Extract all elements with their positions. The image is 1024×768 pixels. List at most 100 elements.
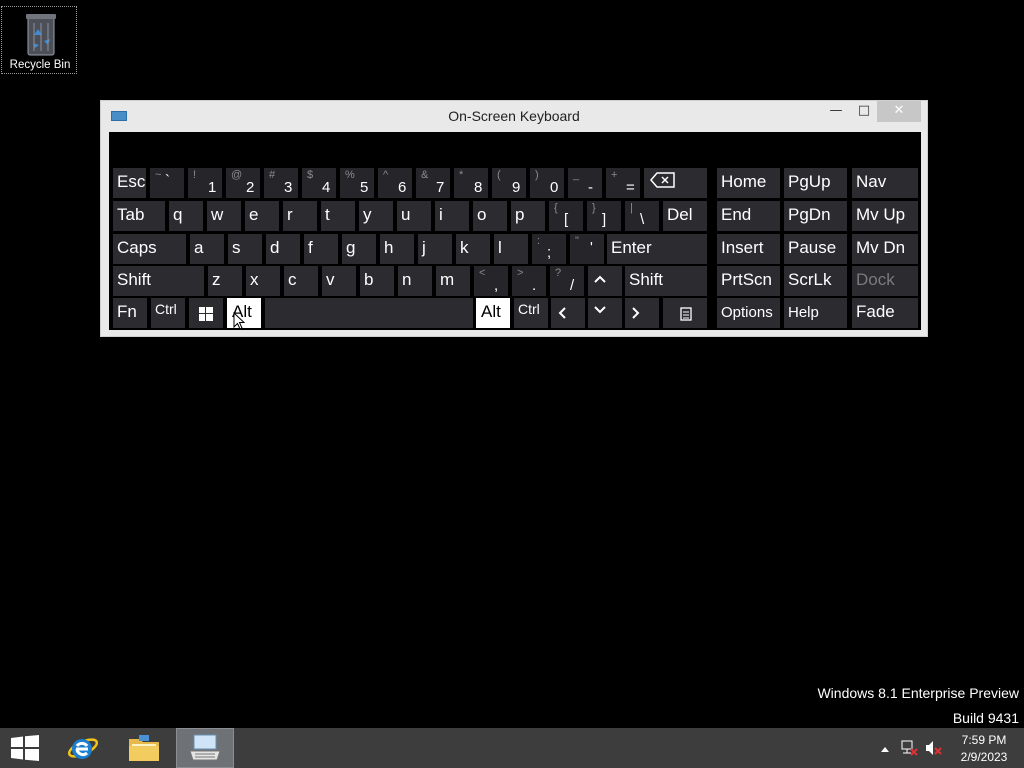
key-dock[interactable]: Dock: [852, 266, 918, 296]
key-b[interactable]: b: [360, 266, 394, 296]
key-i[interactable]: i: [435, 201, 469, 231]
key-rbracket[interactable]: }]: [587, 201, 621, 231]
key-u[interactable]: u: [397, 201, 431, 231]
recycle-bin-shortcut[interactable]: Recycle Bin: [1, 6, 77, 74]
minimize-button[interactable]: —: [825, 101, 847, 122]
key-slash[interactable]: ? /: [550, 266, 584, 296]
key-options[interactable]: Options: [717, 298, 780, 328]
key-c[interactable]: c: [284, 266, 318, 296]
key-shift-left[interactable]: Shift: [113, 266, 204, 296]
arrow-right-icon: [632, 307, 640, 319]
key-n[interactable]: n: [398, 266, 432, 296]
key-4[interactable]: $4: [302, 168, 336, 198]
clock-date[interactable]: 2/9/2023: [956, 750, 1012, 764]
key-grave[interactable]: ~ `: [150, 168, 184, 198]
key-j[interactable]: j: [418, 234, 452, 264]
key-menu[interactable]: [663, 298, 707, 328]
key-pause[interactable]: Pause: [784, 234, 847, 264]
key-prtscn[interactable]: PrtScn: [717, 266, 780, 296]
key-up[interactable]: [588, 266, 622, 296]
key-t[interactable]: t: [321, 201, 355, 231]
key-nav[interactable]: Nav: [852, 168, 918, 198]
key-6[interactable]: ^ 6: [378, 168, 412, 198]
clock-time[interactable]: 7:59 PM: [960, 733, 1008, 747]
key-comma[interactable]: <,: [474, 266, 508, 296]
key-backspace[interactable]: [644, 168, 707, 198]
key-1[interactable]: ! 1: [188, 168, 222, 198]
key-insert[interactable]: Insert: [717, 234, 780, 264]
key-7[interactable]: & 7: [416, 168, 450, 198]
key-quote[interactable]: " ': [570, 234, 604, 264]
key-f[interactable]: f: [304, 234, 338, 264]
windows-start-icon: [11, 735, 39, 761]
maximize-button[interactable]: □: [853, 101, 875, 122]
key-end[interactable]: End: [717, 201, 780, 231]
key-o[interactable]: o: [473, 201, 507, 231]
key-pgup[interactable]: PgUp: [784, 168, 847, 198]
key-left[interactable]: [551, 298, 585, 328]
key-lbracket[interactable]: {[: [549, 201, 583, 231]
key-m[interactable]: m: [436, 266, 470, 296]
key-3[interactable]: #3: [264, 168, 298, 198]
key-0[interactable]: ) 0: [530, 168, 564, 198]
key-z[interactable]: z: [208, 266, 242, 296]
key-period[interactable]: >.: [512, 266, 546, 296]
on-screen-keyboard-taskbar-button[interactable]: [176, 728, 234, 768]
key-e[interactable]: e: [245, 201, 279, 231]
key-home[interactable]: Home: [717, 168, 780, 198]
arrow-left-icon: [558, 307, 566, 319]
key-l[interactable]: l: [494, 234, 528, 264]
key-q[interactable]: q: [169, 201, 203, 231]
key-mvdn[interactable]: Mv Dn: [852, 234, 918, 264]
key-del[interactable]: Del: [663, 201, 707, 231]
osk-title-bar[interactable]: On-Screen Keyboard — □ ✕: [101, 101, 927, 131]
key-esc[interactable]: Esc: [113, 168, 146, 198]
key-help[interactable]: Help: [784, 298, 847, 328]
key-windows[interactable]: [189, 298, 223, 328]
key-x[interactable]: x: [246, 266, 280, 296]
key-d[interactable]: d: [266, 234, 300, 264]
internet-explorer-icon: [67, 738, 99, 759]
key-caps[interactable]: Caps: [113, 234, 186, 264]
key-h[interactable]: h: [380, 234, 414, 264]
key-ctrl-right[interactable]: Ctrl: [514, 298, 548, 328]
key-g[interactable]: g: [342, 234, 376, 264]
key-fn[interactable]: Fn: [113, 298, 147, 328]
key-k[interactable]: k: [456, 234, 490, 264]
show-hidden-icons-icon[interactable]: [880, 745, 890, 753]
file-explorer-taskbar-button[interactable]: [118, 728, 170, 768]
key-5[interactable]: % 5: [340, 168, 374, 198]
key-tab[interactable]: Tab: [113, 201, 165, 231]
start-button[interactable]: [0, 728, 52, 768]
key-backslash[interactable]: | \: [625, 201, 659, 231]
key-ctrl-left[interactable]: Ctrl: [151, 298, 185, 328]
key-2[interactable]: @2: [226, 168, 260, 198]
key-s[interactable]: s: [228, 234, 262, 264]
key-8[interactable]: * 8: [454, 168, 488, 198]
key-shift-right[interactable]: Shift: [625, 266, 707, 296]
key-r[interactable]: r: [283, 201, 317, 231]
key-a[interactable]: a: [190, 234, 224, 264]
key-minus[interactable]: _ -: [568, 168, 602, 198]
internet-explorer-taskbar-button[interactable]: [58, 728, 110, 768]
network-icon[interactable]: [900, 739, 918, 757]
key-down[interactable]: [588, 298, 622, 328]
key-pgdn[interactable]: PgDn: [784, 201, 847, 231]
key-v[interactable]: v: [322, 266, 356, 296]
key-p[interactable]: p: [511, 201, 545, 231]
key-w[interactable]: w: [207, 201, 241, 231]
taskbar: [0, 728, 1024, 768]
key-semicolon[interactable]: :;: [532, 234, 566, 264]
key-enter[interactable]: Enter: [607, 234, 707, 264]
key-equals[interactable]: + =: [606, 168, 640, 198]
key-alt-right[interactable]: Alt: [476, 298, 510, 328]
key-mvup[interactable]: Mv Up: [852, 201, 918, 231]
key-9[interactable]: (9: [492, 168, 526, 198]
key-space[interactable]: [265, 298, 473, 328]
key-y[interactable]: y: [359, 201, 393, 231]
key-fade[interactable]: Fade: [852, 298, 918, 328]
key-scrlk[interactable]: ScrLk: [784, 266, 847, 296]
volume-muted-icon[interactable]: [924, 739, 942, 757]
key-right[interactable]: [625, 298, 659, 328]
close-button[interactable]: ✕: [877, 101, 921, 122]
